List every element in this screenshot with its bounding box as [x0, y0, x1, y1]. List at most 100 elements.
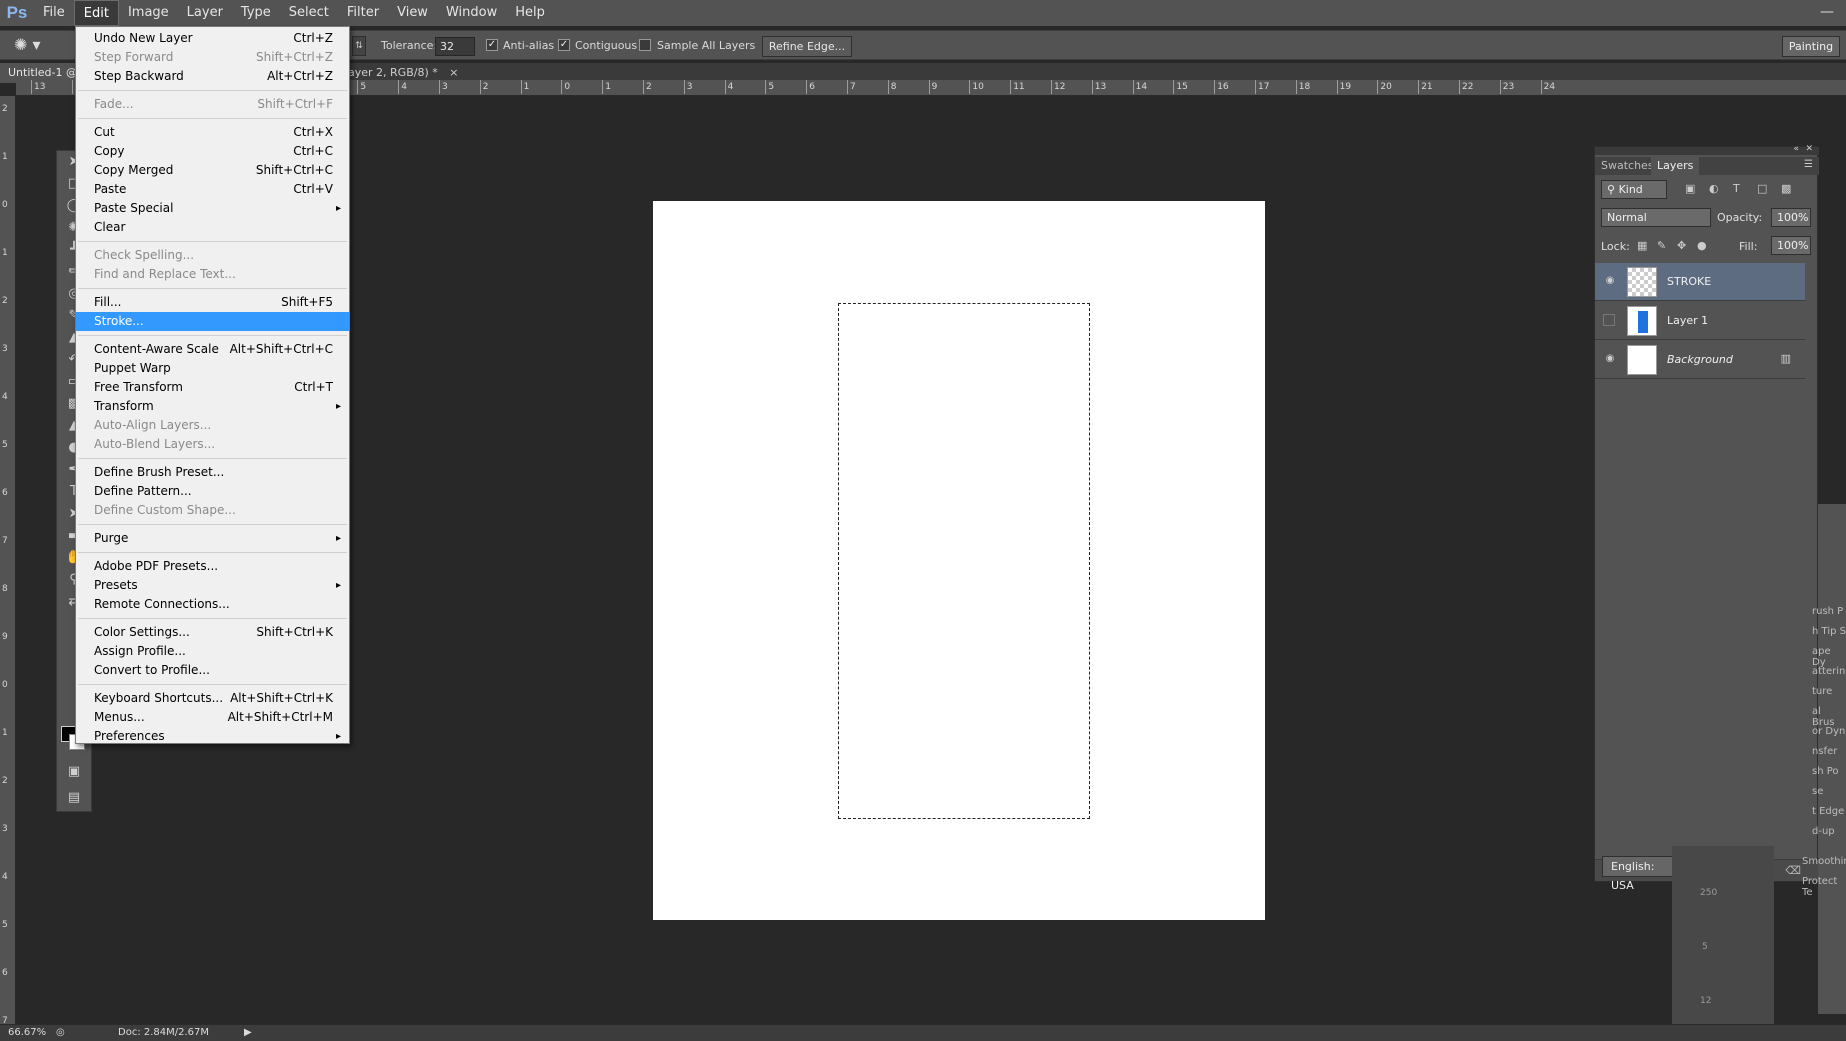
menu-help[interactable]: Help — [506, 0, 554, 26]
brush-option-label[interactable]: al Brus — [1812, 706, 1846, 728]
edit-menu-item-define-custom-shape: Define Custom Shape... — [76, 501, 349, 520]
menu-filter[interactable]: Filter — [338, 0, 388, 26]
edit-menu-item-presets[interactable]: Presets — [76, 576, 349, 595]
close-panel-icon[interactable]: ✕ — [1805, 144, 1813, 154]
edit-menu-item-define-pattern[interactable]: Define Pattern... — [76, 482, 349, 501]
status-info-icon[interactable]: ◎ — [56, 1027, 65, 1038]
collapse-panel-icon[interactable]: « — [1793, 144, 1799, 154]
magic-wand-icon[interactable]: ✺ ▾ — [14, 35, 48, 57]
type-filter-icon[interactable]: T — [1733, 182, 1740, 195]
edit-menu-item-purge[interactable]: Purge — [76, 529, 349, 548]
brush-option-label[interactable]: ture — [1812, 686, 1832, 697]
ruler-tick-label: 1 — [2, 152, 8, 162]
edit-menu-item-fill[interactable]: Fill... Shift+F5 — [76, 293, 349, 312]
edit-menu-item-clear[interactable]: Clear — [76, 218, 349, 237]
visibility-eye-icon[interactable]: ◉ — [1603, 275, 1617, 289]
edit-menu-item-define-brush-preset[interactable]: Define Brush Preset... — [76, 463, 349, 482]
brush-option-label[interactable]: rush P — [1812, 606, 1843, 617]
ruler-tick-label: 3 — [2, 344, 8, 354]
close-tab-icon[interactable]: × — [449, 66, 458, 79]
minimize-icon[interactable]: — — [1818, 4, 1836, 20]
zoom-level[interactable]: 66.67% — [8, 1027, 46, 1038]
brush-option-label[interactable]: sh Po — [1812, 766, 1839, 777]
edit-menu-item-undo-new-layer[interactable]: Undo New Layer Ctrl+Z — [76, 29, 349, 48]
edit-menu-item-color-settings[interactable]: Color Settings... Shift+Ctrl+K — [76, 623, 349, 642]
brush-option-label[interactable]: h Tip S — [1812, 626, 1846, 637]
lock-row: Lock: ▦ ✎ ✥ ● Fill: 100% — [1595, 233, 1819, 259]
edit-menu-item-convert-to-profile[interactable]: Convert to Profile... — [76, 661, 349, 680]
blend-mode-select[interactable]: Normal — [1601, 208, 1711, 227]
edit-menu-item-cut[interactable]: Cut Ctrl+X — [76, 123, 349, 142]
panel-menu-icon[interactable]: ☰ — [1804, 159, 1813, 170]
brush-option-label[interactable]: attering — [1812, 666, 1846, 677]
menu-image[interactable]: Image — [119, 0, 178, 26]
layer-row-background[interactable]: ◉ Background ▥ — [1595, 341, 1805, 379]
edit-menu-item-paste-special[interactable]: Paste Special — [76, 199, 349, 218]
brush-option-label[interactable]: nsfer — [1812, 746, 1837, 757]
menu-select[interactable]: Select — [280, 0, 338, 26]
edit-menu-item-transform[interactable]: Transform — [76, 397, 349, 416]
tolerance-label: Tolerance: — [381, 39, 438, 52]
lock-transparency-icon[interactable]: ▦ — [1637, 239, 1647, 252]
edit-menu-item-puppet-warp[interactable]: Puppet Warp — [76, 359, 349, 378]
edit-menu-item-keyboard-shortcuts[interactable]: Keyboard Shortcuts... Alt+Shift+Ctrl+K — [76, 689, 349, 708]
menu-file[interactable]: File — [34, 0, 74, 26]
tolerance-input[interactable]: 32 — [435, 37, 475, 56]
spinner-arrows-icon[interactable]: ⇅ — [352, 36, 366, 56]
edit-menu-item-stroke[interactable]: Stroke... — [76, 312, 349, 331]
screen-mode-icon[interactable]: ▤ — [57, 787, 91, 809]
visibility-eye-icon[interactable]: ◉ — [1603, 353, 1617, 367]
menu-view[interactable]: View — [388, 0, 437, 26]
anti-alias-checkbox[interactable]: ✓ — [486, 39, 498, 51]
lock-position-icon[interactable]: ✥ — [1677, 239, 1686, 252]
tab-layers[interactable]: Layers — [1651, 157, 1700, 175]
menu-layer[interactable]: Layer — [178, 0, 232, 26]
quick-mask-icon[interactable]: ▣ — [57, 761, 91, 783]
menu-item-label: Paste — [94, 182, 127, 196]
menu-type[interactable]: Type — [232, 0, 280, 26]
brush-option-label[interactable]: Smoothin — [1802, 856, 1846, 867]
lock-pixels-icon[interactable]: ✎ — [1657, 239, 1666, 252]
trash-icon[interactable]: ⌫ — [1785, 864, 1801, 877]
brush-option-label[interactable]: or Dyn — [1812, 726, 1845, 737]
edit-menu-item-preferences[interactable]: Preferences — [76, 727, 349, 746]
brush-option-label[interactable]: d-up — [1812, 826, 1835, 837]
edit-menu-item-copy-merged[interactable]: Copy Merged Shift+Ctrl+C — [76, 161, 349, 180]
tab-swatches[interactable]: Swatches — [1595, 157, 1660, 175]
opacity-input[interactable]: 100% — [1771, 208, 1811, 227]
kind-filter-select[interactable]: ⚲ Kind — [1601, 180, 1667, 199]
edit-menu-item-remote-connections[interactable]: Remote Connections... — [76, 595, 349, 614]
layer-row-stroke[interactable]: ◉ STROKE — [1595, 263, 1805, 301]
menu-item-shortcut: Ctrl+T — [294, 380, 333, 394]
lock-all-icon[interactable]: ● — [1697, 239, 1707, 252]
adjustment-filter-icon[interactable]: ◐ — [1709, 182, 1719, 195]
brush-panel-strip — [1818, 504, 1846, 1014]
sample-all-layers-checkbox[interactable] — [639, 39, 651, 51]
brush-option-label[interactable]: se — [1812, 786, 1823, 797]
edit-menu-item-paste[interactable]: Paste Ctrl+V — [76, 180, 349, 199]
edit-menu-item-free-transform[interactable]: Free Transform Ctrl+T — [76, 378, 349, 397]
smart-object-filter-icon[interactable]: ▩ — [1781, 182, 1791, 195]
menu-window[interactable]: Window — [437, 0, 506, 26]
layer-row-layer-1[interactable]: Layer 1 — [1595, 302, 1805, 340]
visibility-toggle-empty[interactable] — [1603, 314, 1615, 326]
refine-edge-button[interactable]: Refine Edge... — [762, 36, 852, 57]
brush-option-label[interactable]: ape Dy — [1812, 646, 1846, 668]
fill-input[interactable]: 100% — [1771, 236, 1811, 255]
brush-option-label[interactable]: Protect Te — [1802, 876, 1846, 898]
workspace-button[interactable]: Painting — [1782, 36, 1840, 57]
edit-menu-item-menus[interactable]: Menus... Alt+Shift+Ctrl+M — [76, 708, 349, 727]
edit-menu-item-adobe-pdf-presets[interactable]: Adobe PDF Presets... — [76, 557, 349, 576]
menu-edit[interactable]: Edit — [73, 0, 119, 26]
brush-option-label[interactable]: t Edge — [1812, 806, 1844, 817]
edit-menu-item-content-aware-scale[interactable]: Content-Aware Scale Alt+Shift+Ctrl+C — [76, 340, 349, 359]
image-filter-icon[interactable]: ▣ — [1685, 182, 1695, 195]
status-menu-arrow-icon[interactable]: ▶ — [244, 1027, 252, 1038]
contiguous-checkbox[interactable]: ✓ — [558, 39, 570, 51]
edit-menu-item-step-backward[interactable]: Step Backward Alt+Ctrl+Z — [76, 67, 349, 86]
shape-filter-icon[interactable]: □ — [1757, 182, 1767, 195]
edit-menu-item-copy[interactable]: Copy Ctrl+C — [76, 142, 349, 161]
language-select[interactable]: English: USA — [1602, 856, 1674, 892]
panel-title-bar: « ✕ — [1595, 144, 1819, 155]
edit-menu-item-assign-profile[interactable]: Assign Profile... — [76, 642, 349, 661]
